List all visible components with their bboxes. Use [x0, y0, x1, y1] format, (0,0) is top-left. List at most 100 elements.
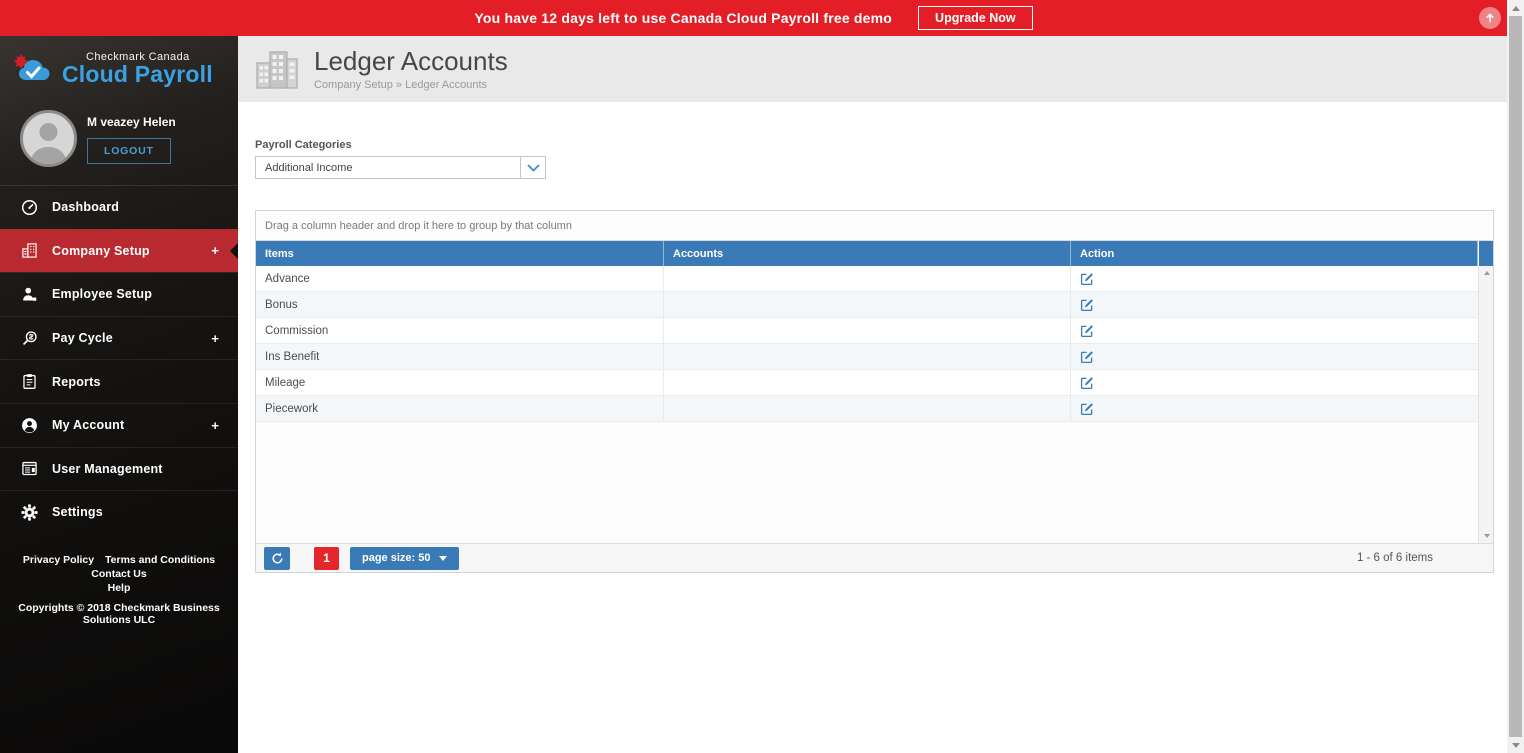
refresh-button[interactable] [264, 546, 290, 570]
breadcrumb: Company Setup » Ledger Accounts [314, 78, 488, 91]
cell-item: Piecework [256, 396, 664, 421]
link-terms-and-conditions[interactable]: Terms and Conditions [105, 553, 215, 567]
avatar [20, 110, 77, 167]
person-silhouette-icon [30, 123, 67, 164]
sidebar-item-company-setup[interactable]: Company Setup + [0, 228, 238, 273]
dashboard-icon [21, 199, 38, 216]
expand-plus-icon: + [211, 243, 219, 259]
sidebar-item-dashboard[interactable]: Dashboard [0, 185, 238, 229]
sidebar-item-label: My Account [52, 418, 125, 433]
scroll-down-icon[interactable] [1507, 737, 1524, 753]
sidebar-item-label: Employee Setup [52, 287, 153, 302]
table-row: Ins Benefit [256, 344, 1493, 370]
employee-setup-icon [21, 286, 38, 303]
grid-body: Advance Bonus Commission Ins Benefit Mil… [256, 266, 1493, 543]
sidebar-item-pay-cycle[interactable]: Pay Cycle + [0, 315, 238, 360]
link-privacy-policy[interactable]: Privacy Policy [23, 553, 94, 567]
sidebar-item-label: User Management [52, 461, 163, 476]
cell-item: Advance [256, 266, 664, 291]
page-size-label: page size: 50 [362, 552, 431, 564]
page-header: Ledger Accounts Company Setup » Ledger A… [238, 36, 1507, 102]
link-contact-us[interactable]: Contact Us [91, 567, 146, 581]
ledger-accounts-grid: Drag a column header and drop it here to… [255, 210, 1494, 573]
column-header-accounts[interactable]: Accounts [664, 241, 1071, 266]
demo-banner: You have 12 days left to use Canada Clou… [0, 0, 1507, 36]
table-row: Mileage [256, 370, 1493, 396]
up-arrow-icon [1486, 13, 1494, 23]
cell-account [664, 292, 1071, 317]
sidebar-item-settings[interactable]: Settings [0, 490, 238, 534]
edit-icon[interactable] [1080, 376, 1094, 390]
expand-plus-icon: + [211, 330, 219, 346]
user-name: M veazey Helen [87, 115, 176, 129]
scroll-up-icon[interactable] [1507, 0, 1524, 16]
copyright-text: Copyrights © 2018 Checkmark Business Sol… [18, 601, 220, 626]
demo-message: You have 12 days left to use Canada Clou… [474, 10, 893, 26]
page-size-dropdown[interactable]: page size: 50 [350, 546, 460, 570]
sidebar-item-label: Pay Cycle [52, 331, 113, 346]
expand-plus-icon: + [211, 417, 219, 433]
payroll-categories-label: Payroll Categories [255, 139, 352, 151]
group-drop-zone[interactable]: Drag a column header and drop it here to… [256, 211, 1493, 241]
brand-logo: Checkmark Canada Cloud Payroll [0, 36, 238, 100]
refresh-icon [271, 552, 283, 563]
edit-icon[interactable] [1080, 402, 1094, 416]
cell-item: Commission [256, 318, 664, 343]
cell-account [664, 266, 1071, 291]
payroll-categories-dropdown[interactable]: Additional Income [255, 156, 546, 179]
user-management-icon [21, 460, 38, 477]
settings-icon [21, 504, 38, 521]
cell-item: Ins Benefit [256, 344, 664, 369]
buildings-icon [256, 51, 298, 89]
pay-cycle-icon [21, 330, 38, 347]
page-scrollbar[interactable] [1507, 0, 1524, 753]
scroll-to-top-button[interactable] [1479, 7, 1501, 29]
cell-item: Mileage [256, 370, 664, 395]
edit-icon[interactable] [1080, 272, 1094, 286]
cell-account [664, 370, 1071, 395]
sidebar-item-reports[interactable]: Reports [0, 359, 238, 403]
cloud-checkmark-logo-icon [14, 54, 50, 80]
scroll-down-icon[interactable] [1479, 529, 1494, 543]
upgrade-now-button[interactable]: Upgrade Now [918, 6, 1033, 30]
sidebar: Checkmark Canada Cloud Payroll M veazey … [0, 36, 238, 753]
column-header-items[interactable]: Items [256, 241, 664, 266]
page-1-button[interactable]: 1 [314, 546, 339, 570]
sidebar-item-employee-setup[interactable]: Employee Setup [0, 272, 238, 316]
chevron-down-icon[interactable] [520, 157, 545, 178]
main-content: Ledger Accounts Company Setup » Ledger A… [238, 36, 1507, 753]
table-row: Commission [256, 318, 1493, 344]
grid-header-row: Items Accounts Action [256, 241, 1493, 266]
caret-down-icon [439, 555, 448, 561]
cell-account [664, 396, 1071, 421]
dropdown-selected-value: Additional Income [265, 161, 353, 174]
logout-button[interactable]: LOGOUT [87, 138, 171, 164]
brand-name-text: Cloud Payroll [62, 60, 213, 87]
user-block: M veazey Helen LOGOUT [0, 100, 238, 181]
header-scroll-spacer [1478, 241, 1493, 266]
cell-item: Bonus [256, 292, 664, 317]
reports-icon [21, 373, 38, 390]
scroll-up-icon[interactable] [1479, 266, 1494, 280]
sidebar-item-label: Dashboard [52, 200, 120, 215]
scrollbar-thumb[interactable] [1509, 16, 1522, 737]
sidebar-item-label: Company Setup [52, 243, 150, 258]
edit-icon[interactable] [1080, 324, 1094, 338]
sidebar-item-user-management[interactable]: User Management [0, 446, 238, 491]
table-row: Piecework [256, 396, 1493, 422]
edit-icon[interactable] [1080, 298, 1094, 312]
sidebar-item-my-account[interactable]: My Account + [0, 402, 238, 447]
company-setup-icon [21, 242, 38, 259]
sidebar-footer: Privacy Policy Terms and Conditions Cont… [0, 553, 238, 626]
sidebar-item-label: Settings [52, 505, 103, 520]
edit-icon[interactable] [1080, 350, 1094, 364]
sidebar-item-label: Reports [52, 374, 101, 389]
my-account-icon [21, 417, 38, 434]
grid-scrollbar[interactable] [1478, 266, 1493, 543]
column-header-action[interactable]: Action [1071, 241, 1478, 266]
page-title: Ledger Accounts [314, 46, 508, 77]
grid-pager: 1 page size: 50 1 - 6 of 6 items [256, 543, 1493, 572]
sidebar-nav: Dashboard Company Setup + Employee Setup… [0, 185, 238, 534]
cell-account [664, 318, 1071, 343]
link-help[interactable]: Help [108, 581, 131, 595]
